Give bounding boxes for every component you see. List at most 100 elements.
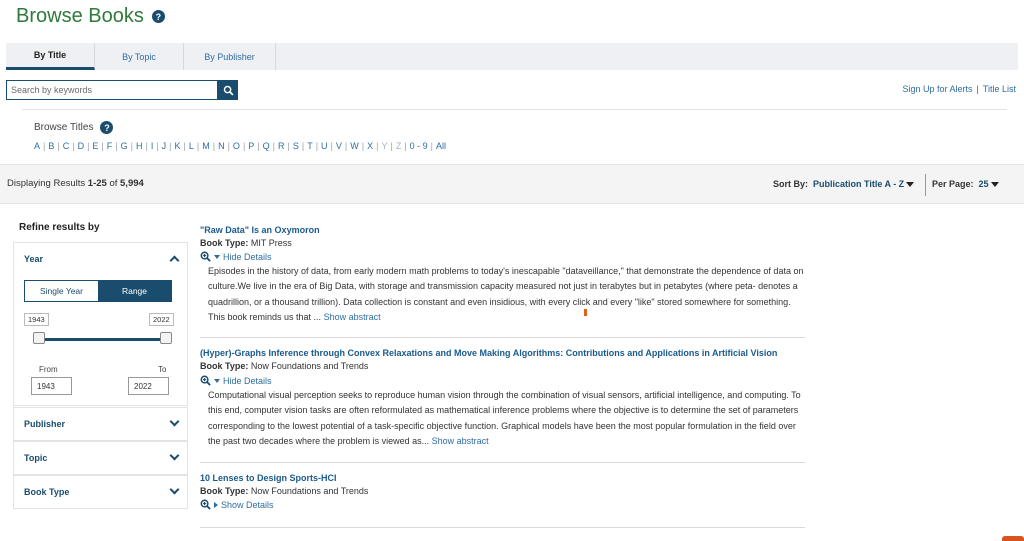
letter-separator: | [156, 141, 159, 151]
letter-separator: | [330, 141, 333, 151]
feedback-tab[interactable] [1002, 536, 1024, 541]
result-title-link[interactable]: 10 Lenses to Design Sports-HCI [200, 473, 337, 483]
tab-by-topic[interactable]: By Topic [95, 43, 184, 70]
letter-link[interactable]: E [92, 141, 98, 151]
book-type-label: Book Type: [200, 361, 249, 371]
letter-link[interactable]: Q [263, 141, 270, 151]
letter-link[interactable]: U [321, 141, 328, 151]
top-links: Sign Up for Alerts | Title List [902, 84, 1016, 94]
letter-separator: | [145, 141, 148, 151]
show-abstract-link[interactable]: Show abstract [432, 436, 489, 446]
results-range: 1-25 [87, 178, 107, 189]
result-divider [200, 527, 805, 528]
help-icon[interactable]: ? [100, 121, 114, 134]
topic-facet[interactable]: Topic [13, 441, 188, 475]
letter-link[interactable]: I [151, 141, 154, 151]
feedback-marker [584, 309, 587, 316]
result-abstract: Episodes in the history of data, from ea… [208, 264, 805, 325]
sort-dropdown[interactable]: Publication Title A - Z [813, 179, 915, 189]
refine-title: Refine results by [19, 222, 100, 233]
letter-link[interactable]: T [307, 141, 313, 151]
letter-link[interactable]: O [233, 141, 240, 151]
range-max-handle[interactable] [160, 332, 172, 344]
book-type-value: Now Foundations and Trends [250, 486, 369, 496]
letter-link[interactable]: C [63, 141, 70, 151]
per-page-control: Per Page: 25 [932, 179, 999, 189]
tab-by-title[interactable]: By Title [6, 43, 95, 70]
letter-separator: | [390, 141, 393, 151]
results-prefix: Displaying Results [7, 178, 88, 189]
book-type-value: MIT Press [250, 238, 292, 248]
hide-details-toggle[interactable]: Hide Details [200, 251, 272, 262]
from-label: From [39, 365, 58, 374]
letter-link[interactable]: X [367, 141, 373, 151]
letter-link[interactable]: V [336, 141, 342, 151]
letter-separator: | [272, 141, 275, 151]
search-button[interactable] [218, 80, 238, 100]
page-title-text: Browse Books [16, 5, 144, 27]
show-details-toggle[interactable]: Show Details [200, 499, 274, 510]
hide-details-toggle[interactable]: Hide Details [200, 375, 272, 386]
letter-separator: | [130, 141, 133, 151]
caret-down-icon [214, 378, 220, 383]
from-year-input[interactable]: 1943 [31, 377, 72, 395]
link-separator: | [976, 84, 979, 94]
letter-link[interactable]: All [436, 141, 446, 151]
letter-separator: | [196, 141, 200, 151]
publisher-facet[interactable]: Publisher [13, 407, 188, 441]
per-page-label: Per Page: [932, 179, 974, 189]
title-list-link[interactable]: Title List [983, 84, 1016, 94]
letter-link[interactable]: S [293, 141, 299, 151]
result-divider [200, 462, 805, 463]
result-book-type: Book Type: MIT Press [200, 238, 292, 248]
result-title-link[interactable]: "Raw Data" Is an Oxymoron [200, 225, 320, 235]
search-icon [223, 85, 233, 95]
chevron-up-icon[interactable] [169, 255, 180, 266]
caret-down-icon [906, 182, 915, 187]
year-facet-header[interactable]: Year [24, 254, 43, 264]
single-year-button[interactable]: Single Year [25, 281, 98, 301]
letter-link[interactable]: K [175, 141, 181, 151]
letter-link[interactable]: P [248, 141, 254, 151]
letter-link: Z [395, 141, 402, 151]
search-input[interactable] [6, 80, 218, 100]
letter-link[interactable]: H [136, 141, 143, 151]
show-abstract-link[interactable]: Show abstract [324, 312, 381, 322]
letter-link[interactable]: A [34, 141, 40, 151]
letter-separator: | [287, 141, 290, 151]
book-type-facet[interactable]: Book Type [13, 475, 188, 509]
letter-separator: | [169, 141, 172, 151]
book-type-label: Book Type: [200, 238, 249, 248]
results-count: Displaying Results 1-25 of 5,994 [7, 178, 144, 189]
result-abstract: Computational visual perception seeks to… [208, 388, 805, 449]
letter-link[interactable]: W [350, 141, 359, 151]
year-facet: Year Single Year Range 1943 2022 From To… [13, 242, 188, 406]
letter-link[interactable]: J [162, 141, 167, 151]
book-type-label: Book Type: [200, 486, 249, 496]
letter-link[interactable]: D [78, 141, 85, 151]
result-book-type: Book Type: Now Foundations and Trends [200, 486, 368, 496]
range-button[interactable]: Range [98, 281, 171, 301]
to-year-input[interactable]: 2022 [128, 377, 169, 395]
range-max-label: 2022 [149, 313, 174, 326]
result-title-link[interactable]: (Hyper)-Graphs Inference through Convex … [200, 348, 777, 358]
letter-link[interactable]: B [48, 141, 54, 151]
topic-facet-header: Topic [24, 453, 48, 463]
per-page-dropdown[interactable]: 25 [979, 179, 999, 189]
letter-separator: | [115, 141, 118, 151]
tab-by-publisher[interactable]: By Publisher [184, 43, 276, 70]
letter-separator: | [212, 141, 216, 151]
letter-link[interactable]: G [121, 141, 128, 151]
range-min-handle[interactable] [33, 332, 45, 344]
letter-separator: | [257, 141, 260, 151]
zoom-in-icon [200, 251, 211, 262]
letter-link[interactable]: N [218, 141, 225, 151]
letter-link[interactable]: R [278, 141, 285, 151]
help-icon[interactable]: ? [151, 10, 165, 23]
letter-link[interactable]: M [202, 141, 210, 151]
letter-link[interactable]: L [189, 141, 194, 151]
book-type-facet-header: Book Type [24, 487, 70, 497]
letter-link[interactable]: 0 - 9 [410, 141, 428, 151]
sign-up-alerts-link[interactable]: Sign Up for Alerts [902, 84, 972, 94]
letter-link[interactable]: F [107, 141, 113, 151]
